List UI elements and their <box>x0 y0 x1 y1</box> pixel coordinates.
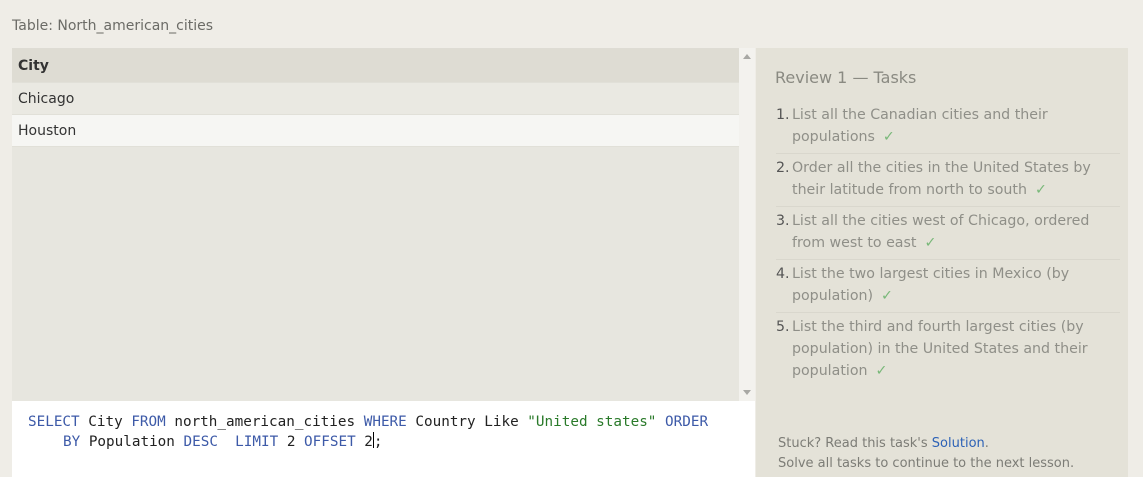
task-label: List all the cities west of Chicago, ord… <box>792 213 1090 251</box>
sql-string: "United states" <box>527 414 657 430</box>
task-label: List the third and fourth largest cities… <box>792 319 1088 379</box>
sql-keyword: ORDER <box>665 414 709 430</box>
footer-suffix: . <box>984 436 989 451</box>
tasks-panel: Review 1 — Tasks 1. List all the Canadian… <box>756 48 1128 477</box>
results-scrollbar[interactable] <box>739 48 755 401</box>
editor-line-2: BY Population DESC LIMIT 2 OFFSET 2; <box>28 432 755 452</box>
solution-link[interactable]: Solution <box>932 436 985 451</box>
sql-keyword: SELECT <box>28 414 80 430</box>
sql-keyword: LIMIT <box>235 434 279 450</box>
task-text: List all the Canadian cities and their p… <box>792 104 1120 148</box>
task-item[interactable]: 1. List all the Canadian cities and their… <box>776 101 1120 154</box>
task-text: Order all the cities in the United State… <box>792 157 1120 201</box>
sql-text: Population <box>80 434 184 450</box>
sql-keyword: DESC <box>183 434 218 450</box>
checkmark-icon: ✓ <box>924 235 937 251</box>
checkmark-icon: ✓ <box>882 129 895 145</box>
sql-text: 2 <box>278 434 305 450</box>
task-number: 5. <box>776 319 790 335</box>
checkmark-icon: ✓ <box>1034 182 1047 198</box>
panel-footer: Stuck? Read this task's Solution. Solve … <box>778 434 1074 474</box>
task-item[interactable]: 4. List the two largest cities in Mexico … <box>776 260 1120 313</box>
task-number: 1. <box>776 107 790 123</box>
scroll-down-arrow-icon[interactable] <box>743 390 751 395</box>
checkmark-icon: ✓ <box>875 363 888 379</box>
sql-text: Country Like <box>406 414 528 430</box>
task-number: 4. <box>776 266 790 282</box>
scroll-up-arrow-icon[interactable] <box>743 54 751 59</box>
task-text: List the third and fourth largest cities… <box>792 316 1120 382</box>
task-number: 2. <box>776 160 790 176</box>
sql-editor[interactable]: SELECT City FROM north_american_cities W… <box>12 401 755 477</box>
sql-keyword: OFFSET <box>304 434 356 450</box>
panel-title: Review 1 — Tasks <box>775 68 917 87</box>
table-row: Chicago <box>12 83 739 115</box>
checkmark-icon: ✓ <box>881 288 893 304</box>
footer-prefix: Stuck? Read this task's <box>778 436 932 451</box>
task-text: List the two largest cities in Mexico (b… <box>792 263 1120 307</box>
table-row: Houston <box>12 115 739 147</box>
results-table: City Chicago Houston <box>12 48 739 402</box>
task-number: 3. <box>776 213 790 229</box>
sql-keyword: WHERE <box>363 414 407 430</box>
editor-line-1: SELECT City FROM north_american_cities W… <box>28 412 755 432</box>
task-label: List all the Canadian cities and their p… <box>792 107 1048 145</box>
task-item[interactable]: 3. List all the cities west of Chicago, o… <box>776 207 1120 260</box>
task-label: List the two largest cities in Mexico (b… <box>792 266 1070 304</box>
sql-text: north_american_cities <box>165 414 364 430</box>
sql-text: City <box>79 414 132 430</box>
sql-text: ; <box>373 434 383 450</box>
column-header-city: City <box>12 49 739 83</box>
sql-keyword: BY <box>63 434 81 450</box>
footer-line-2: Solve all tasks to continue to the next … <box>778 456 1075 471</box>
task-list: 1. List all the Canadian cities and their… <box>776 101 1120 387</box>
table-title: Table: North_american_cities <box>12 18 214 34</box>
sql-keyword: FROM <box>131 414 166 430</box>
task-text: List all the cities west of Chicago, ord… <box>792 210 1120 254</box>
sql-text: 2 <box>355 434 373 450</box>
task-item[interactable]: 5. List the third and fourth largest citi… <box>776 313 1120 387</box>
task-item[interactable]: 2. Order all the cities in the United Sta… <box>776 154 1120 207</box>
